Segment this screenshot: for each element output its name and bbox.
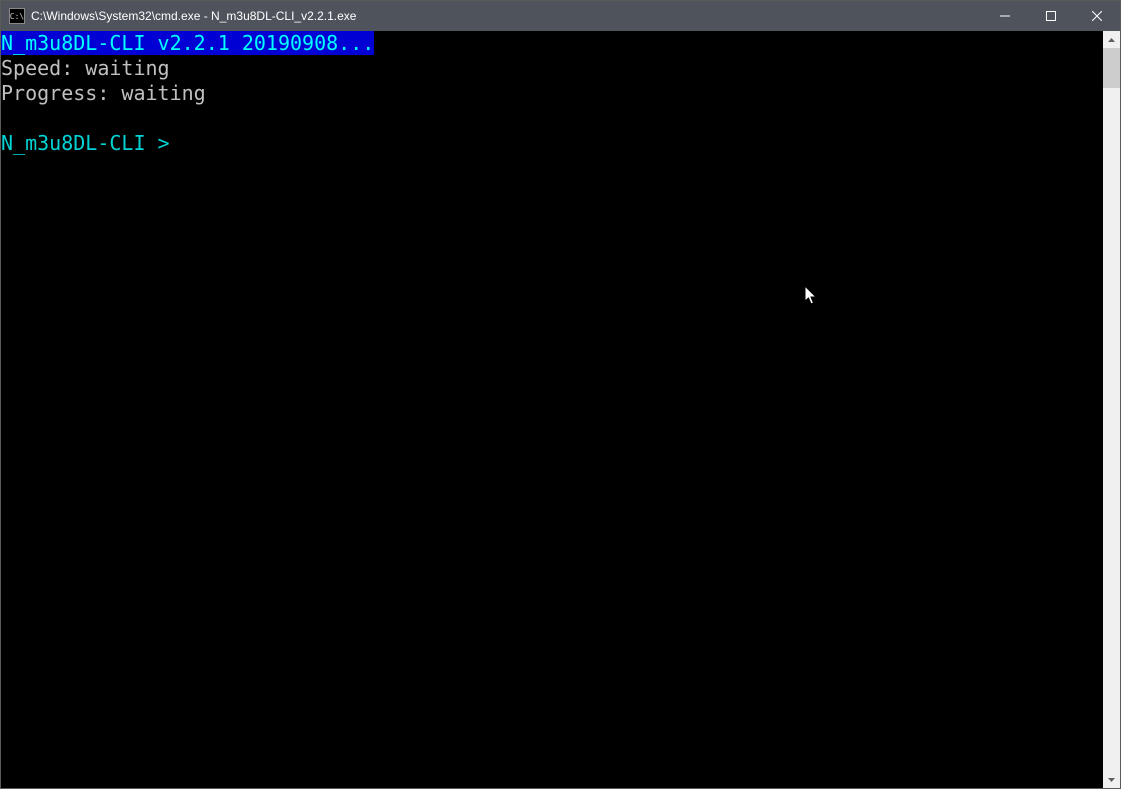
scroll-track[interactable] (1103, 48, 1120, 771)
speed-label: Speed: (1, 56, 85, 80)
close-icon (1092, 11, 1102, 21)
window-controls (982, 1, 1120, 31)
scroll-down-button[interactable] (1103, 771, 1120, 788)
chevron-down-icon (1108, 778, 1115, 782)
cmd-window: C:\ C:\Windows\System32\cmd.exe - N_m3u8… (0, 0, 1121, 789)
scroll-thumb[interactable] (1103, 48, 1120, 88)
banner-line: N_m3u8DL-CLI v2.2.1 20190908... (1, 31, 374, 55)
close-button[interactable] (1074, 1, 1120, 31)
maximize-icon (1046, 11, 1056, 21)
cmd-icon: C:\ (9, 8, 25, 24)
speed-value: waiting (85, 56, 169, 80)
chevron-up-icon (1108, 38, 1115, 42)
prompt: N_m3u8DL-CLI > (1, 131, 182, 155)
progress-value: waiting (121, 81, 205, 105)
maximize-button[interactable] (1028, 1, 1074, 31)
console-output[interactable]: N_m3u8DL-CLI v2.2.1 20190908...Speed: wa… (1, 31, 1103, 788)
vertical-scrollbar[interactable] (1103, 31, 1120, 788)
console-container: N_m3u8DL-CLI v2.2.1 20190908...Speed: wa… (1, 31, 1120, 788)
window-title: C:\Windows\System32\cmd.exe - N_m3u8DL-C… (31, 9, 982, 23)
progress-label: Progress: (1, 81, 121, 105)
titlebar[interactable]: C:\ C:\Windows\System32\cmd.exe - N_m3u8… (1, 1, 1120, 31)
minimize-button[interactable] (982, 1, 1028, 31)
minimize-icon (1000, 11, 1010, 21)
scroll-up-button[interactable] (1103, 31, 1120, 48)
